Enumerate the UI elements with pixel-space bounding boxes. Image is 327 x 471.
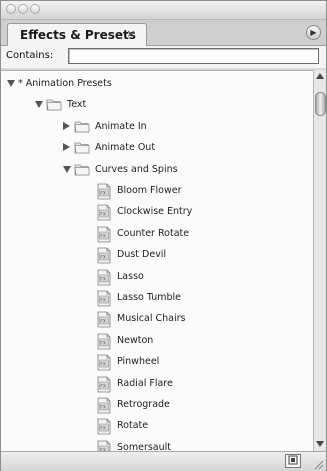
animation-preset-file-icon: FX (97, 226, 111, 243)
scroll-up-arrow-icon[interactable] (316, 73, 324, 79)
expanded-triangle-icon[interactable] (35, 101, 43, 109)
tree-item-label: Clockwise Entry (117, 206, 193, 218)
tab-effects-presets[interactable]: Effects & Presets × (7, 23, 147, 46)
animation-preset-file-icon: FX (97, 204, 111, 221)
new-item-icon (288, 455, 298, 465)
scroll-down-arrow-icon[interactable] (316, 441, 324, 447)
animation-preset-file-icon: FX (97, 376, 111, 392)
preset-item[interactable]: FXSomersault (1, 438, 313, 452)
animation-preset-file-icon: FX (97, 418, 111, 435)
animation-preset-file-icon: FX (97, 290, 111, 307)
svg-text:FX: FX (100, 362, 106, 368)
vertical-scrollbar[interactable] (313, 70, 326, 451)
tree-folder-row[interactable]: Text (1, 95, 313, 116)
expanded-triangle-icon[interactable] (63, 165, 71, 173)
folder-icon (74, 121, 90, 133)
tab-close-icon[interactable]: × (124, 27, 138, 41)
folder-icon (74, 164, 90, 175)
contains-search-input[interactable] (68, 48, 319, 64)
expanded-triangle-icon[interactable] (7, 80, 15, 87)
svg-text:FX: FX (100, 276, 106, 282)
contains-label: Contains: (6, 50, 54, 61)
svg-text:FX: FX (100, 255, 106, 261)
tree-folder-row[interactable]: * Animation Presets (1, 74, 313, 95)
animation-preset-file-icon: FX (97, 247, 111, 264)
preset-item[interactable]: FX Counter Rotate (1, 224, 313, 245)
tree-folder-row[interactable]: Curves and Spins (1, 160, 313, 181)
animation-preset-file-icon: FX (97, 333, 111, 350)
folder-icon (74, 142, 90, 154)
animation-preset-file-icon: FX (97, 311, 111, 328)
animation-preset-file-icon: FX (97, 397, 111, 414)
preset-item[interactable]: FX Clockwise Entry (1, 202, 313, 223)
tree-item-label: Lasso Tumble (117, 292, 181, 303)
minimize-window-button[interactable] (18, 4, 28, 14)
animation-preset-file-icon: FX (97, 269, 111, 285)
svg-text:FX: FX (100, 212, 106, 218)
tree-item-label: Text (67, 99, 87, 111)
effects-presets-panel: Effects & Presets × ▶ Contains: * Animat… (0, 0, 327, 471)
animation-preset-file-icon: FX (97, 183, 111, 200)
tree-item-label: Animate Out (95, 142, 156, 154)
panel-tab-row: Effects & Presets × ▶ (1, 20, 326, 46)
tree-item-label: Musical Chairs (117, 313, 186, 325)
preset-item[interactable]: FX Lasso (1, 267, 313, 288)
collapsed-triangle-icon[interactable] (63, 143, 70, 152)
tree-item-label: Dust Devil (117, 249, 167, 261)
tree-item-label: Rotate (117, 420, 149, 432)
tree-item-label: Radial Flare (117, 377, 173, 389)
preset-item[interactable]: FX Radial Flare (1, 374, 313, 395)
preset-item[interactable]: FX Lasso Tumble (1, 288, 313, 309)
close-window-button[interactable] (6, 4, 16, 14)
resize-grip-icon[interactable] (312, 458, 324, 470)
collapsed-triangle-icon[interactable] (63, 121, 70, 130)
tree-item-label: Curves and Spins (95, 163, 178, 175)
scroll-thumb[interactable] (315, 92, 326, 116)
preset-item[interactable]: FX Pinwheel (1, 352, 313, 373)
tree-item-label: Retrograde (117, 399, 170, 410)
tree-item-label: Pinwheel (117, 356, 160, 368)
tree-item-label: Bloom Flower (117, 185, 182, 196)
search-row: Contains: (1, 46, 326, 68)
tab-label: Effects & Presets (20, 28, 136, 42)
presets-tree: * Animation Presets Text Animate In Animate… (1, 70, 313, 452)
tree-item-label: * Animation Presets (18, 78, 112, 89)
panel-menu-button[interactable]: ▶ (306, 25, 321, 40)
tree-folder-row[interactable]: Animate In (1, 117, 313, 138)
preset-item[interactable]: FX Rotate (1, 416, 313, 437)
svg-text:FX: FX (100, 340, 106, 346)
preset-item[interactable]: FX Musical Chairs (1, 309, 313, 330)
svg-text:FX: FX (100, 298, 106, 304)
animation-preset-file-icon: FX (97, 354, 111, 371)
svg-text:FX: FX (100, 191, 106, 197)
panel-titlebar[interactable] (1, 1, 326, 20)
preset-item[interactable]: FX Bloom Flower (1, 181, 313, 202)
tree-item-label: Lasso (117, 270, 144, 282)
svg-text:FX: FX (100, 426, 106, 432)
panel-bottom-bar (1, 451, 326, 471)
preset-item[interactable]: FX Newton (1, 331, 313, 352)
svg-text:FX: FX (100, 383, 106, 389)
preset-item[interactable]: FX Dust Devil (1, 245, 313, 266)
folder-icon (46, 99, 62, 111)
new-preset-folder-button[interactable] (285, 454, 301, 468)
zoom-window-button[interactable] (30, 4, 40, 14)
tree-folder-row[interactable]: Animate Out (1, 138, 313, 159)
preset-item[interactable]: FX Retrograde (1, 395, 313, 416)
svg-text:FX: FX (100, 233, 106, 239)
tree-item-label: Animate In (95, 120, 147, 132)
svg-text:FX: FX (100, 405, 106, 411)
tree-item-label: Newton (117, 334, 154, 346)
svg-text:FX: FX (100, 319, 106, 325)
tree-item-label: Counter Rotate (117, 227, 190, 239)
